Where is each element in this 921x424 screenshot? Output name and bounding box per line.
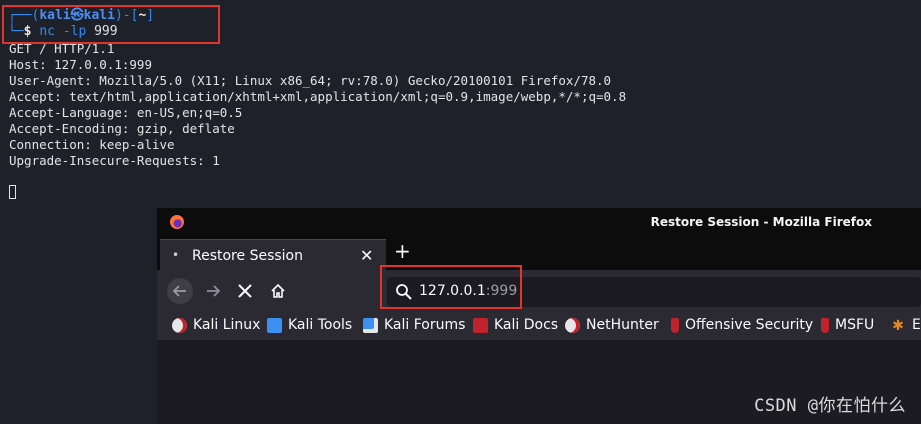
nethunter-icon bbox=[565, 317, 580, 333]
navigation-toolbar: 127.0.0.1:999 bbox=[157, 270, 921, 312]
output-line: Accept-Encoding: gzip, deflate bbox=[9, 121, 235, 136]
output-line: Accept-Language: en-US,en;q=0.5 bbox=[9, 105, 243, 120]
highlight-box-url bbox=[380, 265, 522, 309]
output-line: Connection: keep-alive bbox=[9, 137, 175, 152]
output-line: Upgrade-Insecure-Requests: 1 bbox=[9, 153, 220, 168]
home-button[interactable] bbox=[265, 278, 291, 304]
tab-close-icon[interactable]: ✕ bbox=[360, 246, 373, 265]
bookmark-label: Kali Docs bbox=[494, 317, 559, 333]
bookmark-offensive-security[interactable]: Offensive Security bbox=[671, 317, 813, 333]
tab-bar: • Restore Session ✕ + bbox=[157, 236, 921, 273]
bookmark-label: Kali Linux bbox=[193, 317, 261, 333]
stop-icon bbox=[238, 284, 252, 298]
tab-restore-session[interactable]: • Restore Session ✕ bbox=[160, 239, 386, 273]
tab-favicon-icon: • bbox=[172, 248, 180, 262]
csdn-watermark: CSDN @你在怕什么 bbox=[754, 396, 906, 416]
bookmark-label: E bbox=[912, 317, 921, 333]
kali-forums-icon bbox=[363, 317, 378, 333]
terminal-cursor bbox=[9, 185, 16, 199]
bookmark-kali-forums[interactable]: Kali Forums bbox=[363, 317, 465, 333]
tab-label: Restore Session bbox=[192, 248, 303, 264]
new-tab-button[interactable]: + bbox=[394, 241, 411, 261]
exploit-db-icon: ✱ bbox=[892, 317, 904, 334]
kali-icon bbox=[172, 317, 187, 333]
bookmark-nethunter[interactable]: NetHunter bbox=[565, 317, 659, 333]
back-button[interactable] bbox=[167, 278, 193, 304]
offsec-icon bbox=[671, 317, 679, 333]
forward-arrow-icon bbox=[207, 285, 221, 297]
bookmark-kali-linux[interactable]: Kali Linux bbox=[172, 317, 260, 333]
msfu-icon bbox=[821, 317, 829, 333]
bookmark-label: NetHunter bbox=[586, 317, 659, 333]
bookmark-kali-tools[interactable]: Kali Tools bbox=[267, 317, 352, 333]
bookmarks-toolbar: Kali Linux Kali Tools Kali Forums Kali D… bbox=[157, 312, 921, 340]
bookmark-label: MSFU bbox=[835, 317, 875, 333]
window-title: Restore Session - Mozilla Firefox bbox=[650, 215, 872, 229]
highlight-box-command bbox=[2, 5, 220, 44]
bookmark-label: Kali Forums bbox=[384, 317, 466, 333]
output-line: Host: 127.0.0.1:999 bbox=[9, 57, 152, 72]
stop-button[interactable] bbox=[232, 278, 258, 304]
bookmark-label: Offensive Security bbox=[685, 317, 814, 333]
bookmark-label: Kali Tools bbox=[288, 317, 353, 333]
output-line: User-Agent: Mozilla/5.0 (X11; Linux x86_… bbox=[9, 73, 612, 88]
bookmark-msfu[interactable]: MSFU bbox=[821, 317, 874, 333]
forward-button[interactable] bbox=[200, 278, 226, 304]
bookmark-kali-docs[interactable]: Kali Docs bbox=[473, 317, 558, 333]
output-line: Accept: text/html,application/xhtml+xml,… bbox=[9, 89, 627, 104]
terminal-output: GET / HTTP/1.1 Host: 127.0.0.1:999 User-Ag… bbox=[9, 41, 626, 169]
firefox-logo-icon bbox=[170, 215, 184, 229]
title-bar[interactable]: Restore Session - Mozilla Firefox bbox=[157, 208, 921, 236]
home-icon bbox=[271, 283, 285, 298]
kali-tools-icon bbox=[267, 317, 282, 333]
back-arrow-icon bbox=[172, 285, 186, 297]
bookmark-exploit-db[interactable]: ✱ E bbox=[890, 317, 921, 334]
kali-docs-icon bbox=[473, 317, 488, 333]
